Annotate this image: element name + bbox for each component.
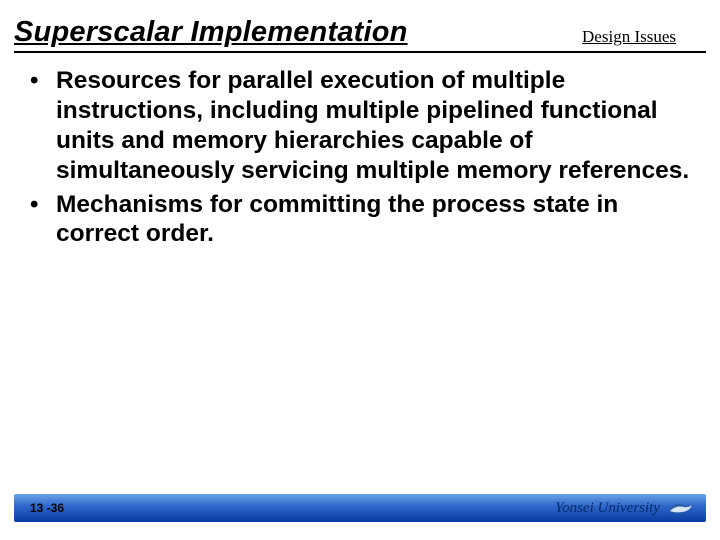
affiliation: Yonsei University [555,499,696,517]
affiliation-text: Yonsei University [555,500,660,517]
list-item: Resources for parallel execution of mult… [20,66,700,186]
slide: Superscalar Implementation Design Issues… [0,0,720,540]
bird-icon [666,499,696,517]
slide-subtitle: Design Issues [582,27,706,49]
slide-title: Superscalar Implementation [14,16,408,49]
slide-header: Superscalar Implementation Design Issues [14,16,706,53]
slide-body: Resources for parallel execution of mult… [20,66,700,253]
list-item: Mechanisms for committing the process st… [20,190,700,250]
page-number: 13 -36 [30,501,64,515]
bullet-list: Resources for parallel execution of mult… [20,66,700,249]
footer-bar: 13 -36 Yonsei University [14,494,706,522]
